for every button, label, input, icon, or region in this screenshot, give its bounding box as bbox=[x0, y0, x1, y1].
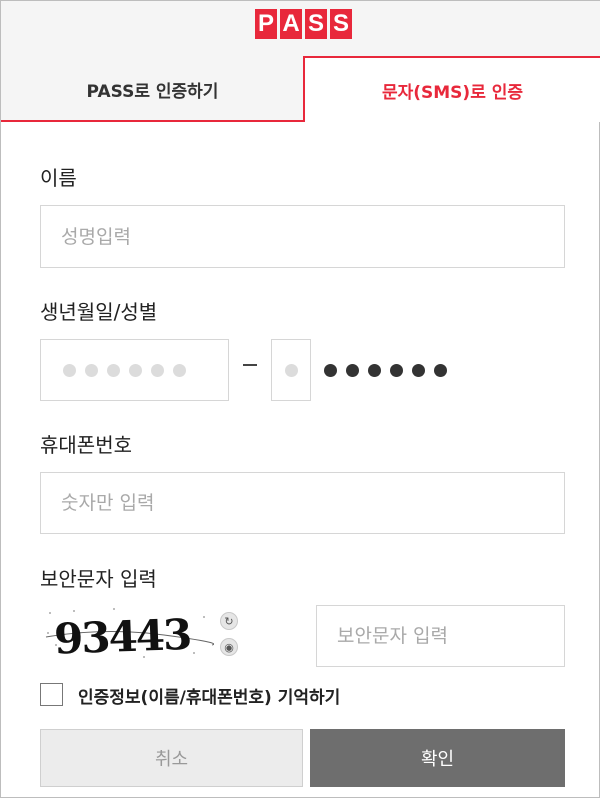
pass-logo: P A S S bbox=[255, 9, 352, 39]
captcha-image: 93443 bbox=[44, 605, 215, 664]
birthdate-input[interactable] bbox=[40, 339, 229, 401]
logo-letter: S bbox=[305, 9, 327, 39]
tab-label: PASS로 인증하기 bbox=[86, 81, 219, 102]
birthdate-masked-dots bbox=[63, 364, 186, 377]
birth-gender-separator bbox=[243, 364, 257, 366]
captcha-refresh-icon[interactable]: ↻ bbox=[220, 612, 238, 630]
birth-gender-label: 생년월일/성별 bbox=[40, 300, 158, 324]
gender-masked-dot bbox=[285, 364, 298, 377]
captcha-audio-icon[interactable]: ◉ bbox=[220, 638, 238, 656]
captcha-label: 보안문자 입력 bbox=[40, 567, 157, 591]
remember-label: 인증정보(이름/휴대폰번호) 기억하기 bbox=[78, 688, 341, 708]
logo-letter: S bbox=[330, 9, 352, 39]
logo-letter: A bbox=[280, 9, 302, 39]
cancel-button[interactable]: 취소 bbox=[40, 729, 303, 787]
captcha-input[interactable] bbox=[316, 605, 565, 667]
tab-sms-auth[interactable]: 문자(SMS)로 인증 bbox=[303, 56, 600, 122]
tab-pass-auth[interactable]: PASS로 인증하기 bbox=[1, 58, 304, 122]
remember-checkbox[interactable] bbox=[40, 683, 63, 706]
gender-digit-input[interactable] bbox=[271, 339, 311, 401]
name-label: 이름 bbox=[40, 166, 77, 190]
phone-input[interactable] bbox=[40, 472, 565, 534]
cancel-button-label: 취소 bbox=[154, 749, 189, 770]
masked-id-digits bbox=[324, 364, 447, 377]
name-input[interactable] bbox=[40, 205, 565, 268]
confirm-button[interactable]: 확인 bbox=[310, 729, 565, 787]
phone-label: 휴대폰번호 bbox=[40, 433, 132, 457]
confirm-button-label: 확인 bbox=[420, 749, 455, 770]
header: P A S S bbox=[1, 1, 600, 58]
captcha-text: 93443 bbox=[53, 610, 191, 661]
logo-letter: P bbox=[255, 9, 277, 39]
tab-label: 문자(SMS)로 인증 bbox=[381, 82, 524, 103]
